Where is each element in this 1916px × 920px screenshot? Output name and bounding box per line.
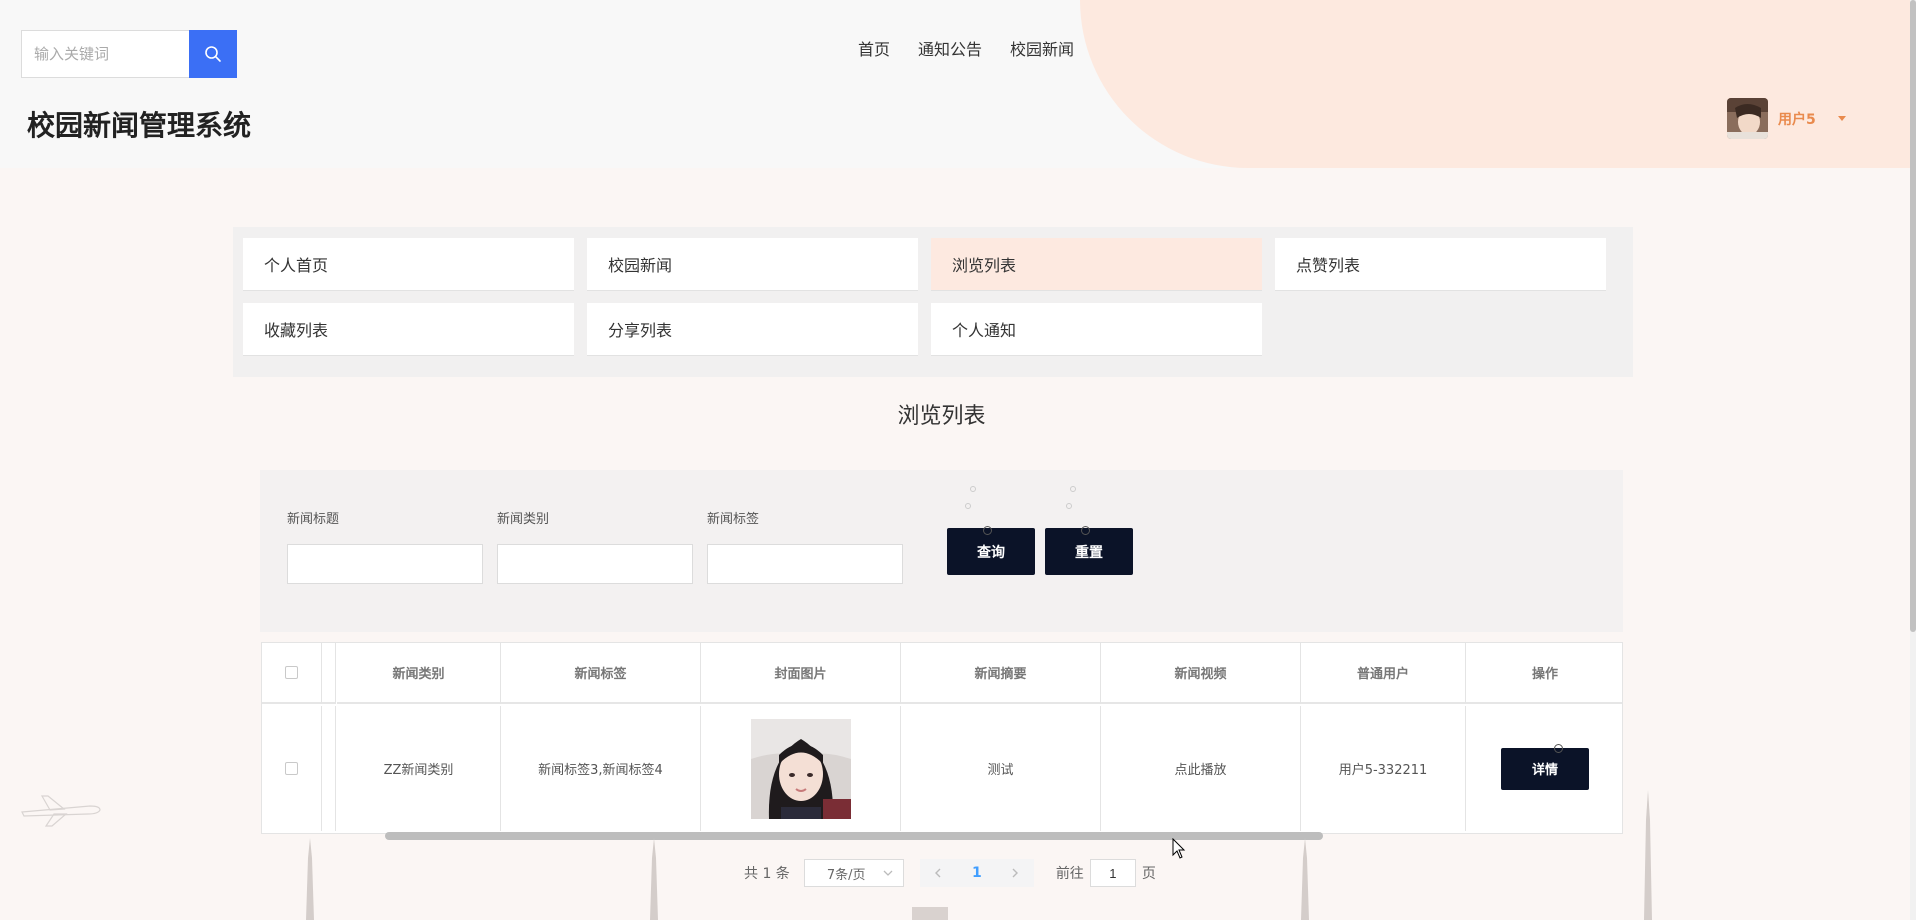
prev-page-button[interactable] xyxy=(919,859,956,887)
tower-decoration xyxy=(1301,838,1309,920)
select-all-checkbox[interactable] xyxy=(285,666,298,679)
decorative-dot xyxy=(1070,486,1076,492)
chevron-down-icon xyxy=(883,870,893,876)
decorative-dot xyxy=(1066,503,1072,509)
cell-cover xyxy=(701,706,901,831)
column-header-cover[interactable]: 封面图片 xyxy=(701,643,901,704)
nav-notices[interactable]: 通知公告 xyxy=(918,36,982,60)
cell-category: ZZ新闻类别 xyxy=(337,706,501,831)
column-header-user[interactable]: 普通用户 xyxy=(1301,643,1466,704)
category-filter-label: 新闻类别 xyxy=(497,512,550,527)
reset-button[interactable]: 重置 xyxy=(1045,528,1133,575)
mouse-cursor-icon xyxy=(1172,838,1186,859)
cell-video-link[interactable]: 点此播放 xyxy=(1101,706,1301,831)
goto-prefix: 前往 xyxy=(1055,866,1084,882)
header xyxy=(0,0,1916,168)
column-header-tags[interactable]: 新闻标签 xyxy=(501,643,701,704)
menu-item-profile[interactable]: 个人首页 xyxy=(243,238,574,291)
query-button[interactable]: 查询 xyxy=(947,528,1035,575)
header-decoration xyxy=(1080,0,1916,168)
row-checkbox[interactable] xyxy=(285,762,298,775)
search-box xyxy=(21,30,237,78)
menu-item-like-list[interactable]: 点赞列表 xyxy=(1275,238,1606,291)
page-number[interactable]: 1 xyxy=(955,859,998,887)
menu-item-favorite-list[interactable]: 收藏列表 xyxy=(243,303,574,356)
cell-summary: 测试 xyxy=(901,706,1101,831)
title-filter-input[interactable] xyxy=(287,544,483,584)
title-filter-label: 新闻标题 xyxy=(287,512,340,527)
search-button[interactable] xyxy=(189,30,237,78)
site-title: 校园新闻管理系统 xyxy=(27,109,252,142)
top-nav: 首页 通知公告 校园新闻 xyxy=(858,36,1074,60)
decorative-dot xyxy=(970,486,976,492)
decorative-dot xyxy=(983,526,992,535)
tag-filter-input[interactable] xyxy=(707,544,903,584)
menu-item-campus-news[interactable]: 校园新闻 xyxy=(587,238,918,291)
category-filter-input[interactable] xyxy=(497,544,693,584)
row-select-cell xyxy=(262,706,322,831)
vertical-scrollbar-thumb[interactable] xyxy=(1910,0,1916,632)
page-size-select[interactable]: 7条/页 xyxy=(803,859,904,887)
table-separator xyxy=(322,643,336,704)
select-all-cell xyxy=(262,643,322,704)
decorative-dot xyxy=(1081,526,1090,535)
decorative-dot xyxy=(965,503,971,509)
tower-decoration xyxy=(306,838,314,920)
table-separator xyxy=(322,706,336,831)
tag-filter-label: 新闻标签 xyxy=(707,512,760,527)
building-decoration xyxy=(912,907,948,920)
browse-table: 新闻类别 新闻标签 封面图片 新闻摘要 新闻视频 普通用户 操作 ZZ新闻类别 … xyxy=(261,642,1623,834)
page-size-value: 7条/页 xyxy=(826,867,866,883)
goto-page: 前往 页 xyxy=(1056,859,1156,887)
column-header-video[interactable]: 新闻视频 xyxy=(1101,643,1301,704)
nav-campus-news[interactable]: 校园新闻 xyxy=(1010,36,1074,60)
menu-item-share-list[interactable]: 分享列表 xyxy=(587,303,918,356)
user-name[interactable]: 用户5 xyxy=(1778,109,1816,129)
airplane-icon xyxy=(21,795,101,827)
page-title: 浏览列表 xyxy=(897,404,986,429)
column-header-category[interactable]: 新闻类别 xyxy=(337,643,501,704)
user-menu[interactable]: 用户5 xyxy=(1727,98,1846,139)
chevron-right-icon xyxy=(1012,868,1019,878)
pagination: 共 1 条 7条/页 1 前往 页 xyxy=(744,859,1156,887)
cell-user: 用户5-332211 xyxy=(1301,706,1466,831)
column-header-summary[interactable]: 新闻摘要 xyxy=(901,643,1101,704)
tower-decoration xyxy=(650,838,658,920)
next-page-button[interactable] xyxy=(997,859,1034,887)
search-icon xyxy=(205,46,221,62)
pagination-total: 共 1 条 xyxy=(744,866,790,882)
cell-action: 详情 xyxy=(1466,706,1622,831)
nav-home[interactable]: 首页 xyxy=(858,36,890,60)
detail-button[interactable]: 详情 xyxy=(1501,747,1589,790)
menu-item-browse-list[interactable]: 浏览列表 xyxy=(931,238,1262,291)
goto-page-input[interactable] xyxy=(1089,859,1136,887)
avatar[interactable] xyxy=(1727,98,1768,139)
tower-decoration xyxy=(1644,790,1652,920)
search-input[interactable] xyxy=(21,30,189,78)
menu-item-notifications[interactable]: 个人通知 xyxy=(931,303,1262,356)
column-header-action: 操作 xyxy=(1466,643,1622,704)
cover-image[interactable] xyxy=(750,718,851,819)
decorative-dot xyxy=(1554,744,1563,753)
cell-tags: 新闻标签3,新闻标签4 xyxy=(501,706,701,831)
caret-down-icon[interactable] xyxy=(1837,116,1846,121)
chevron-left-icon xyxy=(935,868,941,878)
goto-suffix: 页 xyxy=(1141,866,1156,882)
